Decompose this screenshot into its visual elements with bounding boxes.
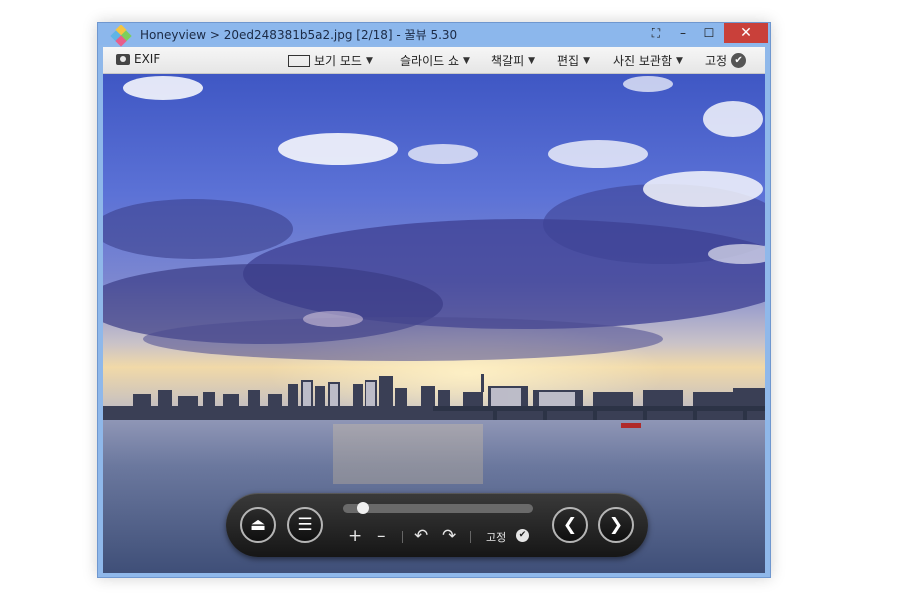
bookmark-label: 책갈피 [491, 54, 525, 68]
photo-storage-label: 사진 보관함 [613, 54, 673, 68]
zoom-in-button[interactable]: + [348, 527, 362, 545]
previous-image-button[interactable]: ❮ [552, 507, 588, 543]
slider-thumb[interactable] [357, 502, 370, 514]
honeyview-logo-icon [110, 25, 132, 47]
edit-label: 편집 [557, 54, 580, 68]
rotate-right-button[interactable]: ↷ [442, 527, 456, 545]
chevron-down-icon: ▼ [528, 55, 536, 66]
edit-menu[interactable]: 편집 ▼ [557, 52, 590, 69]
bookmark-menu[interactable]: 책갈피 ▼ [491, 52, 535, 69]
maximize-button[interactable]: ☐ [696, 23, 722, 43]
floating-control-bar: ⏏ ☰ + – ↶ ↷ 고정 ✔ ❮ ❯ [226, 493, 648, 557]
close-button[interactable]: ✕ [724, 23, 768, 43]
exif-button[interactable]: EXIF [116, 52, 160, 66]
view-mode-menu[interactable]: 보기 모드 ▼ [288, 52, 373, 69]
check-icon[interactable]: ✔ [516, 529, 529, 542]
chevron-down-icon: ▼ [583, 55, 591, 66]
window-title: Honeyview > 20ed248381b5a2.jpg [2/18] - … [140, 28, 458, 42]
pin-label: 고정 [705, 54, 728, 68]
chevron-down-icon: ▼ [463, 55, 470, 66]
chevron-down-icon: ▼ [365, 55, 373, 66]
title-bar[interactable]: Honeyview > 20ed248381b5a2.jpg [2/18] - … [98, 23, 770, 47]
eject-button[interactable]: ⏏ [240, 507, 276, 543]
pin-label[interactable]: 고정 [486, 529, 506, 545]
toolbar: EXIF 보기 모드 ▼ 슬라이드 쇼 ▼ 책갈피 ▼ 편집 ▼ 사진 보관함 … [103, 47, 765, 74]
next-image-button[interactable]: ❯ [598, 507, 634, 543]
minimize-button[interactable]: – [670, 23, 696, 43]
divider [470, 531, 471, 543]
chevron-down-icon: ▼ [676, 55, 683, 66]
honeyview-window: Honeyview > 20ed248381b5a2.jpg [2/18] - … [97, 22, 771, 578]
exif-label: EXIF [134, 52, 161, 66]
divider [402, 531, 403, 543]
check-icon: ✔ [731, 53, 747, 68]
fullscreen-icon[interactable]: ⛶ [643, 23, 669, 43]
menu-button[interactable]: ☰ [287, 507, 323, 543]
slideshow-label: 슬라이드 쇼 [400, 54, 460, 68]
pin-toggle[interactable]: 고정 ✔ [705, 52, 747, 69]
photo-storage-menu[interactable]: 사진 보관함 ▼ [613, 52, 683, 69]
image-position-slider[interactable] [343, 502, 533, 514]
frame-icon [288, 54, 310, 67]
zoom-out-button[interactable]: – [377, 527, 386, 545]
camera-icon [116, 53, 130, 65]
view-mode-label: 보기 모드 [314, 54, 362, 68]
rotate-left-button[interactable]: ↶ [414, 527, 428, 545]
slideshow-menu[interactable]: 슬라이드 쇼 ▼ [400, 52, 470, 69]
image-viewer[interactable]: ⏏ ☰ + – ↶ ↷ 고정 ✔ ❮ ❯ [103, 74, 765, 573]
